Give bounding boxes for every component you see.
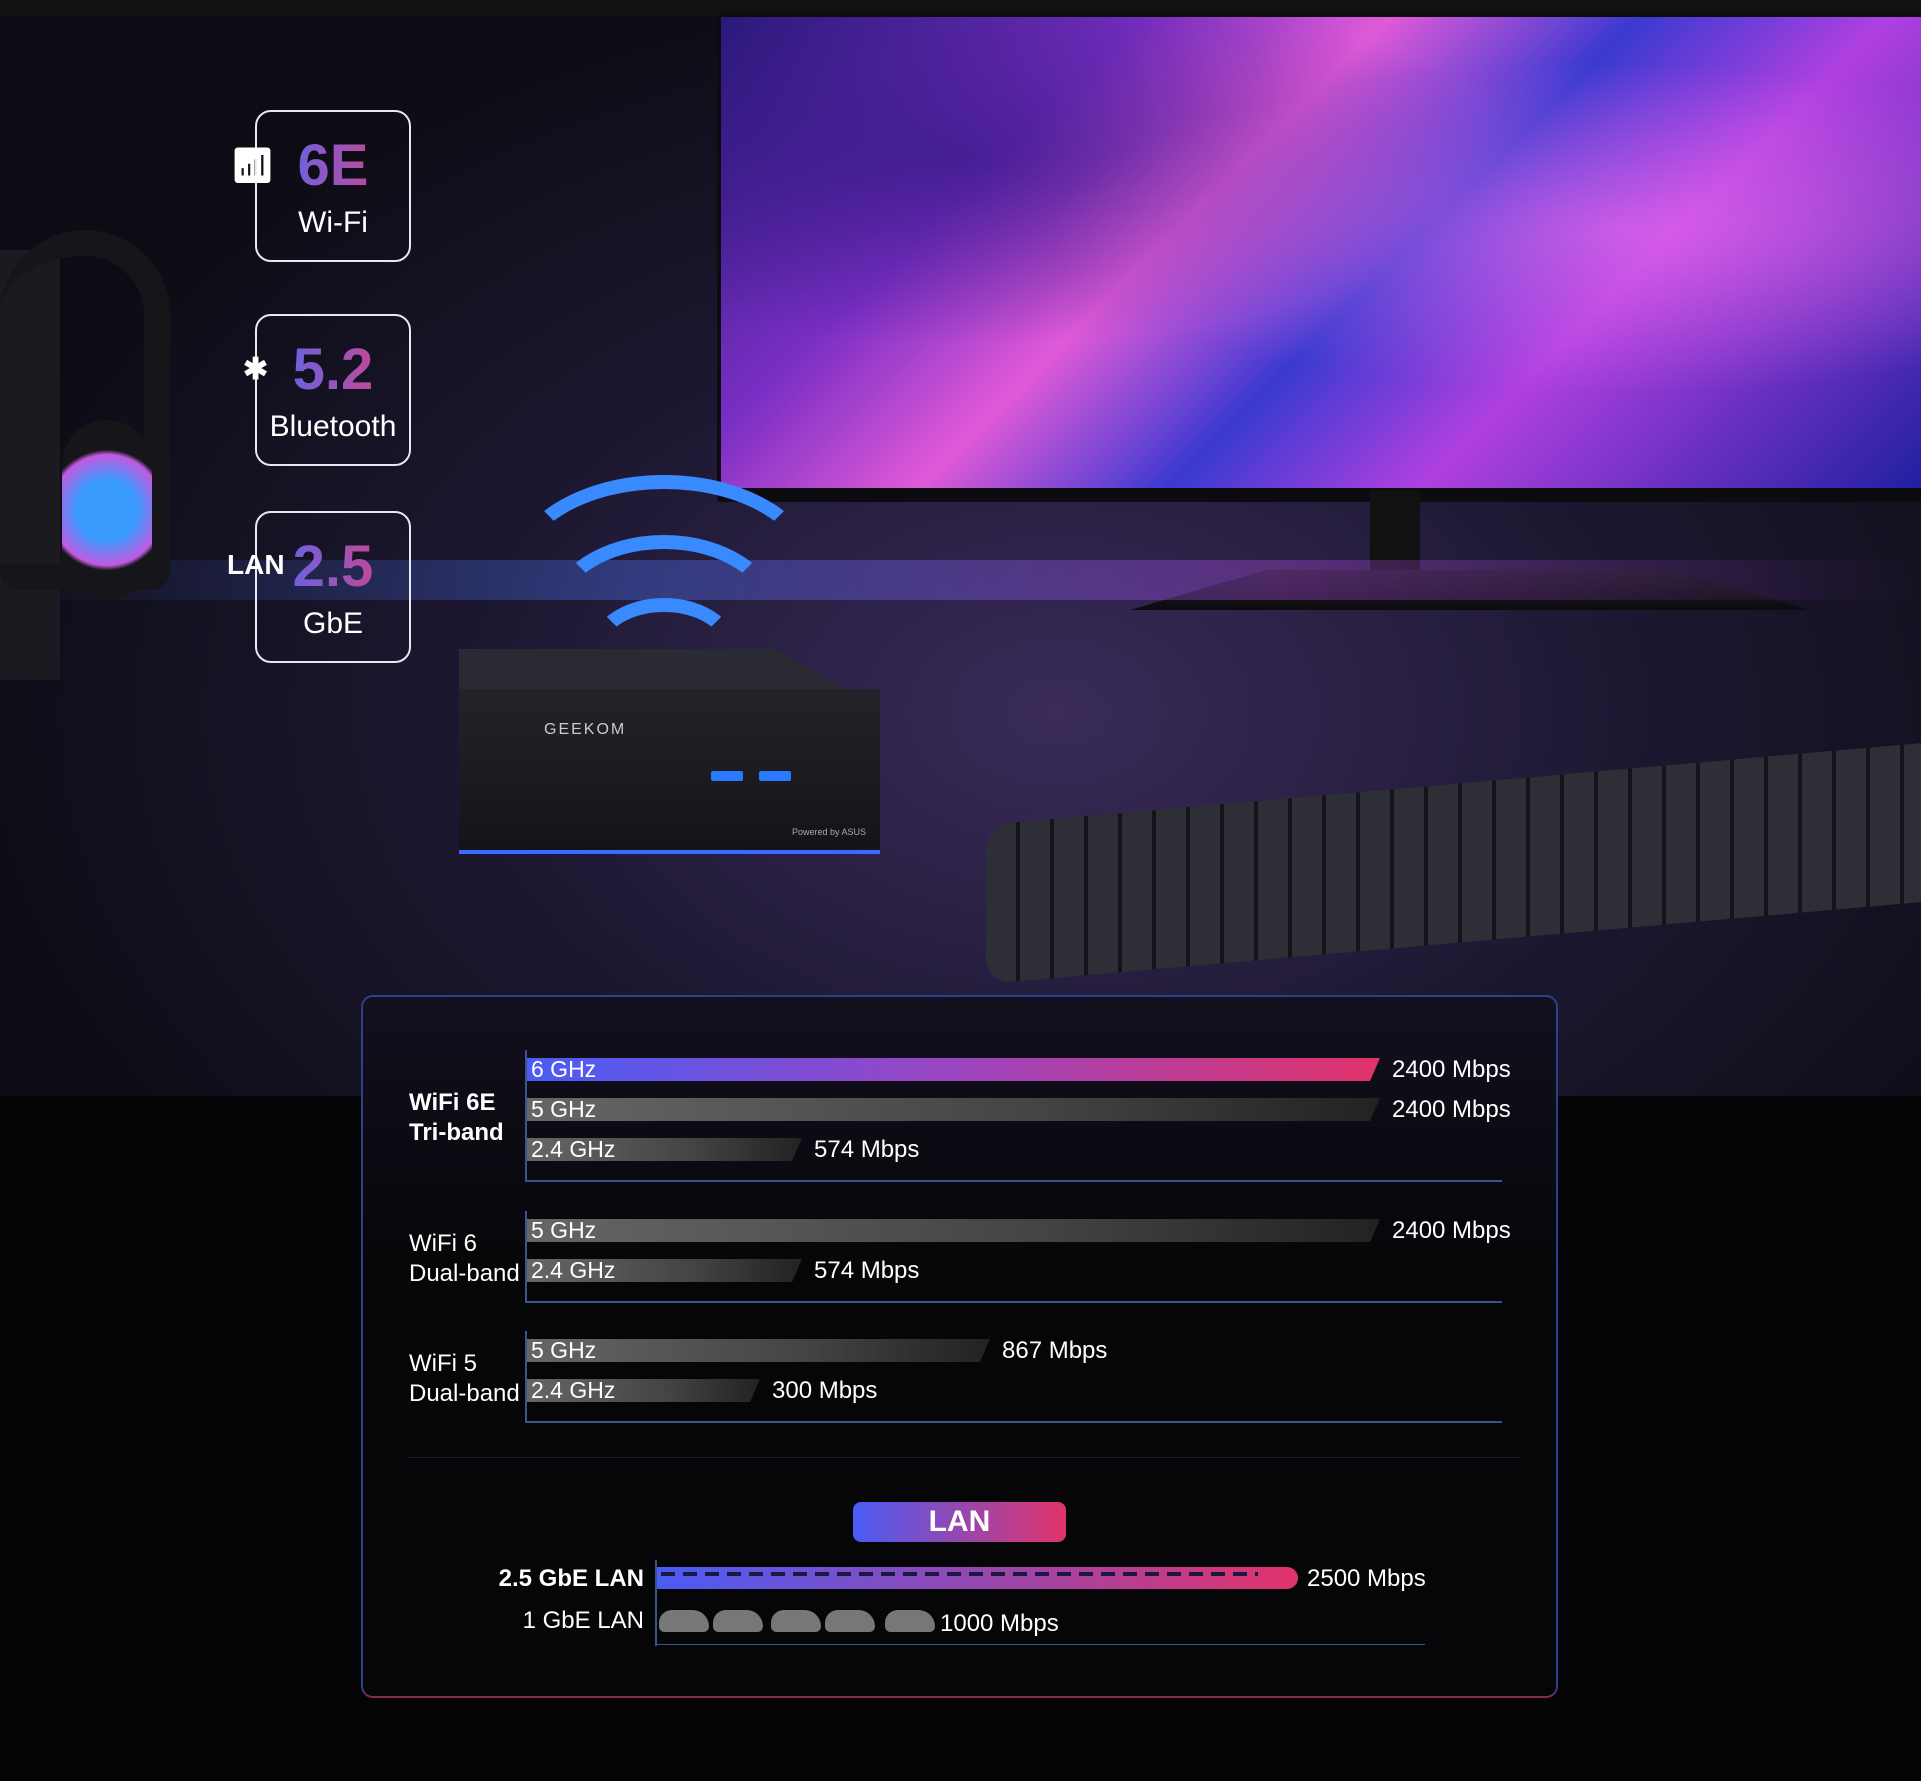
bar: 6 GHz bbox=[527, 1058, 1380, 1081]
brand-logo: GEEKOM bbox=[544, 721, 627, 738]
bar-band-label: 5 GHz bbox=[531, 1096, 597, 1122]
keyboard bbox=[986, 743, 1921, 984]
usb-port bbox=[711, 771, 743, 781]
top-bar bbox=[0, 0, 1921, 16]
monitor-screen bbox=[721, 17, 1921, 488]
wifi-baseline bbox=[525, 1421, 1502, 1423]
headphone-cup bbox=[62, 420, 152, 600]
bar-value-label: 867 Mbps bbox=[1002, 1337, 1108, 1364]
lan-value-1: 1000 Mbps bbox=[940, 1610, 1059, 1637]
wifi-axis bbox=[525, 1331, 527, 1423]
wifi-badge: 📶︎ 6E Wi-Fi bbox=[231, 110, 411, 262]
group-label: Tri-band bbox=[409, 1119, 504, 1146]
bar-value-label: 574 Mbps bbox=[814, 1257, 920, 1284]
lan-baseline bbox=[655, 1644, 1425, 1645]
bar-band-label: 5 GHz bbox=[531, 1337, 597, 1363]
bar-value-label: 2400 Mbps bbox=[1392, 1096, 1511, 1123]
wifi-baseline bbox=[525, 1180, 1502, 1182]
bar-value-label: 574 Mbps bbox=[814, 1136, 920, 1163]
train-icon bbox=[657, 1567, 1298, 1589]
lan-badge-value: 2.5 bbox=[257, 533, 409, 600]
powered-by-label: Powered by ASUS bbox=[791, 827, 866, 837]
mini-pc: GEEKOM Powered by ASUS bbox=[459, 649, 880, 864]
lan-label-1: 1 GbE LAN bbox=[522, 1607, 644, 1634]
wifi-axis bbox=[525, 1050, 527, 1182]
bar: 5 GHz bbox=[527, 1098, 1380, 1121]
lan-title: LAN bbox=[853, 1502, 1066, 1542]
section-divider bbox=[409, 1457, 1519, 1458]
car-icon bbox=[713, 1610, 763, 1632]
bar: 5 GHz bbox=[527, 1339, 990, 1362]
bar-band-label: 2.4 GHz bbox=[531, 1136, 616, 1162]
car-icon bbox=[885, 1610, 935, 1632]
lan-value-2-5: 2500 Mbps bbox=[1307, 1565, 1426, 1592]
bar-band-label: 2.4 GHz bbox=[531, 1257, 616, 1283]
car-icon bbox=[659, 1610, 709, 1632]
wifi-badge-label: Wi-Fi bbox=[298, 206, 368, 239]
product-photo: GEEKOM Powered by ASUS 📶︎ 6E Wi-Fi ✱ 5.2… bbox=[0, 0, 1921, 1096]
usb-port bbox=[759, 771, 791, 781]
wifi-axis bbox=[525, 1211, 527, 1303]
car-icon bbox=[771, 1610, 821, 1632]
lan-label-2-5: 2.5 GbE LAN bbox=[498, 1565, 644, 1592]
lan-badge: LAN 2.5 GbE bbox=[227, 511, 411, 663]
bar-band-label: 2.4 GHz bbox=[531, 1377, 616, 1403]
group-label: WiFi 6 bbox=[409, 1230, 477, 1257]
bar: 2.4 GHz bbox=[527, 1259, 802, 1282]
wifi-baseline bbox=[525, 1301, 1502, 1303]
bluetooth-badge-value: 5.2 bbox=[257, 336, 409, 403]
bar-value-label: 300 Mbps bbox=[772, 1377, 878, 1404]
group-label: WiFi 6E bbox=[409, 1089, 496, 1116]
wifi-badge-value: 6E bbox=[257, 132, 409, 199]
car-icon bbox=[825, 1610, 875, 1632]
bar-value-label: 2400 Mbps bbox=[1392, 1056, 1511, 1083]
bar-value-label: 2400 Mbps bbox=[1392, 1217, 1511, 1244]
bluetooth-badge-label: Bluetooth bbox=[269, 410, 397, 443]
bar: 5 GHz bbox=[527, 1219, 1380, 1242]
monitor bbox=[717, 15, 1921, 502]
bar: 2.4 GHz bbox=[527, 1379, 760, 1402]
bar: 2.4 GHz bbox=[527, 1138, 802, 1161]
bar-band-label: 6 GHz bbox=[531, 1056, 597, 1082]
group-label: WiFi 5 bbox=[409, 1350, 477, 1377]
group-label: Dual-band bbox=[409, 1260, 520, 1287]
group-label: Dual-band bbox=[409, 1380, 520, 1407]
bar-band-label: 5 GHz bbox=[531, 1217, 597, 1243]
bluetooth-badge: ✱ 5.2 Bluetooth bbox=[243, 314, 411, 466]
lan-badge-label: GbE bbox=[302, 607, 364, 640]
